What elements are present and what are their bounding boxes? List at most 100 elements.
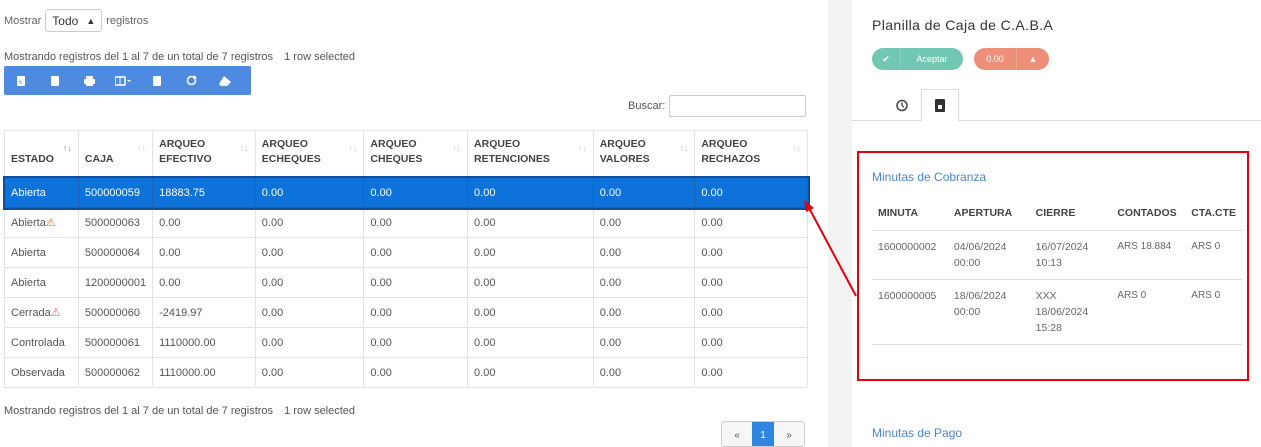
table-row[interactable]: Abierta⚠ 500000063 0.00 0.00 0.00 0.00 0.00 0.0… — [4, 207, 808, 238]
table-cell: 0.00 — [694, 237, 808, 268]
col-efectivo[interactable]: ↑↓ ARQUEO EFECTIVO — [152, 130, 256, 178]
table-cell: 0.00 — [254, 207, 365, 238]
minuta-row[interactable]: 1600000002 04/06/2024 00:00 16/07/2024 1… — [872, 230, 1242, 280]
warning-icon: ⚠ — [50, 307, 61, 319]
export-toolbar: x — [4, 66, 251, 95]
minuta-row[interactable]: 1600000005 18/06/2024 00:00 XXX 18/06/20… — [872, 279, 1242, 345]
table-cell: 18883.75 — [152, 177, 256, 208]
tab-invoice[interactable] — [921, 89, 959, 122]
length-select[interactable]: Todo ▲ — [45, 9, 103, 32]
table-cell: 0.00 — [592, 357, 696, 388]
table-cell: 0.00 — [592, 327, 696, 358]
select-arrows-icon: ▲ — [86, 15, 96, 26]
search-label: Buscar: — [628, 100, 666, 112]
table-cell: 0.00 — [592, 207, 696, 238]
eraser-icon[interactable] — [208, 66, 242, 95]
amount-badge[interactable]: 0.00 ▲ — [974, 48, 1049, 70]
panel-tabs — [852, 89, 1261, 122]
table-cell: 0.00 — [467, 327, 594, 358]
length-prefix: Mostrar — [4, 14, 42, 27]
estado-cell: Controlada — [4, 327, 79, 358]
minutas-pago-title: Minutas de Pago — [872, 426, 963, 440]
col-retenciones[interactable]: ↑↓ ARQUEO RETENCIONES — [467, 130, 594, 178]
col-estado[interactable]: ↑↓ ESTADO — [4, 130, 79, 178]
estado-cell: Abierta⚠ — [4, 207, 79, 238]
col-valores[interactable]: ↑↓ ARQUEO VALORES — [592, 130, 696, 178]
table-cell: 0.00 — [254, 357, 365, 388]
check-icon: ✔ — [882, 53, 890, 64]
pdf-icon[interactable] — [140, 66, 174, 95]
table-cell: 0.00 — [467, 357, 594, 388]
info-text: Mostrando registros del 1 al 7 de un tot… — [4, 51, 274, 63]
table-cell: 0.00 — [363, 237, 469, 268]
table-cell: 0.00 — [152, 207, 256, 238]
table-row[interactable]: Abierta 500000064 0.00 0.00 0.00 0.00 0.00 0.00 — [4, 237, 808, 268]
table-cell: 0.00 — [152, 267, 256, 298]
table-cell: 0.00 — [592, 297, 696, 328]
table-cell: 0.00 — [694, 207, 808, 238]
table-cell: 0.00 — [467, 267, 594, 298]
svg-text:x: x — [19, 80, 22, 86]
table-cell: 0.00 — [363, 357, 469, 388]
col-ctacte: CTA.CTE — [1185, 198, 1242, 231]
page-1-button[interactable]: 1 — [752, 422, 774, 446]
table-row[interactable]: Controlada 500000061 1110000.00 0.00 0.00 0.0… — [4, 327, 808, 358]
warning-icon: ⚠ — [45, 217, 56, 229]
bank-icon: ▲ — [1016, 48, 1049, 70]
table-cell: 0.00 — [592, 237, 696, 268]
table-cell: 0.00 — [254, 177, 365, 208]
columns-icon[interactable] — [106, 66, 140, 95]
table-info-bottom: Mostrando registros del 1 al 7 de un tot… — [4, 405, 355, 417]
col-cheques[interactable]: ↑↓ ARQUEO CHEQUES — [363, 130, 469, 178]
table-cell: 1110000.00 — [152, 357, 256, 388]
table-row[interactable]: Observada 500000062 1110000.00 0.00 0.00 0.00… — [4, 357, 808, 388]
table-cell: 500000062 — [77, 357, 154, 388]
info-selected: 1 row selected — [284, 51, 356, 63]
table-cell: 0.00 — [592, 177, 696, 208]
table-cell: -2419.97 — [152, 297, 256, 328]
next-page-button[interactable]: » — [774, 422, 804, 446]
accept-button[interactable]: ✔ Aceptar — [872, 48, 963, 70]
accept-label: Aceptar — [900, 48, 963, 70]
tab-history[interactable] — [882, 89, 920, 121]
table-cell: 0.00 — [254, 267, 365, 298]
excel-icon[interactable]: x — [4, 66, 38, 95]
table-row[interactable]: Cerrada⚠ 500000060 -2419.97 0.00 0.00 0.00 0.0… — [4, 297, 808, 328]
table-cell: 0.00 — [363, 207, 469, 238]
detail-panel: Planilla de Caja de C.A.B.A ✔ Aceptar 0.… — [852, 0, 1261, 447]
refresh-icon[interactable] — [174, 66, 208, 95]
search-box: Buscar: — [628, 95, 807, 117]
estado-cell: Abierta — [4, 237, 79, 268]
minutas-cobranza-box: Minutas de Cobranza MINUTA APERTURA CIER… — [857, 151, 1249, 381]
pagination: « 1 » — [721, 421, 805, 447]
panel-title: Planilla de Caja de C.A.B.A — [872, 17, 1054, 33]
estado-cell: Abierta — [4, 177, 79, 208]
table-row[interactable]: Abierta 500000059 18883.75 0.00 0.00 0.00 0.00… — [2, 175, 810, 210]
table-cell: 0.00 — [363, 267, 469, 298]
table-cell: 0.00 — [694, 177, 808, 208]
search-input[interactable] — [669, 95, 807, 117]
table-cell: 0.00 — [467, 237, 594, 268]
col-minuta: MINUTA — [872, 198, 948, 231]
estado-cell: Abierta — [4, 267, 79, 298]
table-cell: 500000061 — [77, 327, 154, 358]
table-cell: 0.00 — [363, 297, 469, 328]
length-menu: Mostrar Todo ▲ registros — [4, 9, 148, 32]
annotation-arrow — [804, 200, 857, 297]
minutas-cobranza-table: MINUTA APERTURA CIERRE CONTADOS CTA.CTE … — [872, 198, 1242, 345]
col-echeques[interactable]: ↑↓ ARQUEO ECHEQUES — [254, 130, 365, 178]
col-rechazos[interactable]: ↑↓ ARQUEO RECHAZOS — [694, 130, 808, 178]
table-cell: 500000063 — [77, 207, 154, 238]
col-caja[interactable]: ↑↓ CAJA — [77, 130, 154, 178]
table-cell: 0.00 — [363, 327, 469, 358]
print-icon[interactable] — [72, 66, 106, 95]
table-row[interactable]: Abierta 1200000001 0.00 0.00 0.00 0.00 0.00 0.0… — [4, 267, 808, 298]
csv-icon[interactable] — [38, 66, 72, 95]
estado-cell: Observada — [4, 357, 79, 388]
info-text: Mostrando registros del 1 al 7 de un tot… — [4, 405, 274, 417]
length-selected: Todo — [52, 13, 79, 28]
table-cell: 0.00 — [363, 177, 469, 208]
amount-value: 0.00 — [986, 54, 1004, 64]
length-suffix: registros — [106, 14, 149, 27]
prev-page-button[interactable]: « — [722, 422, 752, 446]
